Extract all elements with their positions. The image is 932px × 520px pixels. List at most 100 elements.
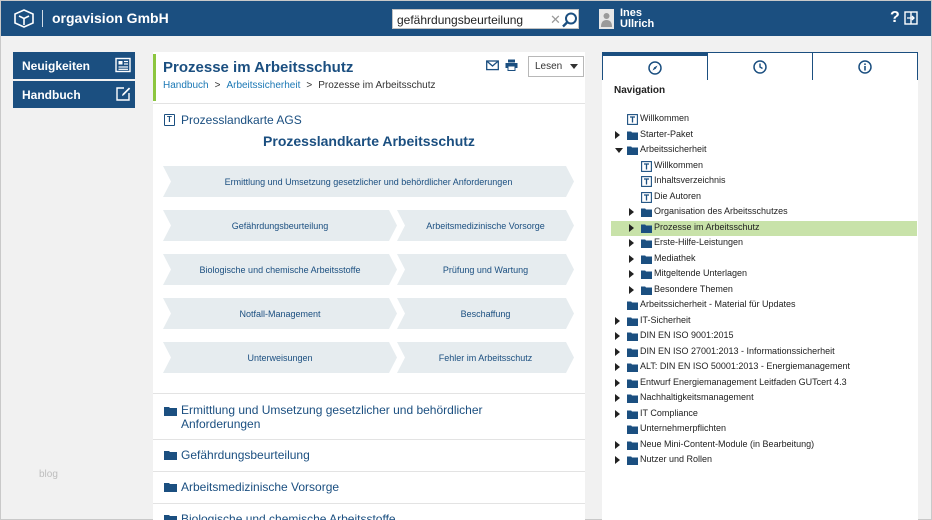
compass-icon bbox=[648, 61, 662, 75]
panel-tabs bbox=[602, 52, 918, 80]
logout-icon[interactable] bbox=[904, 11, 918, 25]
divider bbox=[153, 503, 585, 504]
tree-item[interactable]: Willkommen bbox=[602, 112, 918, 127]
tree-item-label: Erste-Hilfe-Leistungen bbox=[654, 237, 744, 247]
chevron-right-icon[interactable] bbox=[629, 223, 634, 232]
process-chevron[interactable]: Fehler im Arbeitsschutz bbox=[397, 342, 574, 373]
mail-icon[interactable] bbox=[486, 60, 499, 71]
chevron-right-icon[interactable] bbox=[615, 332, 620, 340]
logo-divider bbox=[42, 10, 43, 27]
list-item[interactable]: Ermittlung und Umsetzung gesetzlicher un… bbox=[181, 403, 501, 431]
process-chevron[interactable]: Prüfung und Wartung bbox=[397, 254, 574, 285]
brand-name[interactable]: orgavision GmbH bbox=[52, 10, 169, 26]
tree-item[interactable]: Nutzer und Rollen bbox=[602, 453, 918, 468]
tree-item[interactable]: Willkommen bbox=[602, 159, 918, 174]
folder-icon bbox=[641, 239, 652, 248]
tree-item[interactable]: Entwurf Energiemanagement Leitfaden GUTc… bbox=[602, 376, 918, 391]
tree-item[interactable]: ALT: DIN EN ISO 50001:2013 - Energiemana… bbox=[602, 360, 918, 375]
tree-item[interactable]: Inhaltsverzeichnis bbox=[602, 174, 918, 189]
folder-icon bbox=[627, 394, 638, 403]
chevron-right-icon[interactable] bbox=[615, 456, 620, 464]
folder-icon bbox=[641, 208, 652, 217]
tree-item[interactable]: Die Autoren bbox=[602, 190, 918, 205]
search-input[interactable] bbox=[397, 12, 545, 27]
process-chevron[interactable]: Unterweisungen bbox=[163, 342, 397, 373]
avatar[interactable] bbox=[599, 9, 614, 29]
process-chevron[interactable]: Notfall-Management bbox=[163, 298, 397, 329]
print-icon[interactable] bbox=[505, 59, 518, 71]
top-bar: orgavision GmbH ✕ Ines Ullrich ? bbox=[1, 1, 931, 36]
newspaper-icon bbox=[115, 57, 131, 73]
list-item[interactable]: Gefährdungsbeurteilung bbox=[181, 448, 310, 462]
handbuch-button[interactable]: Handbuch bbox=[13, 81, 135, 108]
user-name[interactable]: Ines Ullrich bbox=[620, 8, 654, 30]
chevron-right-icon[interactable] bbox=[629, 239, 634, 247]
process-chevron[interactable]: Beschaffung bbox=[397, 298, 574, 329]
chevron-right-icon[interactable] bbox=[615, 378, 620, 387]
tree-item[interactable]: Prozesse im Arbeitsschutz bbox=[611, 220, 917, 236]
chevron-down-icon[interactable] bbox=[615, 148, 623, 153]
neuigkeiten-button[interactable]: Neuigkeiten bbox=[13, 52, 135, 79]
chevron-right-icon[interactable] bbox=[629, 254, 634, 263]
tree-item-label: Prozesse im Arbeitsschutz bbox=[654, 221, 760, 232]
folder-icon bbox=[641, 255, 652, 264]
logo-icon[interactable] bbox=[14, 9, 34, 28]
tree-item-label: DIN EN ISO 9001:2015 bbox=[640, 330, 734, 340]
breadcrumb: Handbuch > Arbeitssicherheit > Prozesse im A… bbox=[163, 80, 435, 91]
search-box[interactable]: ✕ bbox=[392, 9, 579, 29]
folder-icon bbox=[164, 407, 177, 416]
tree-item[interactable]: Organisation des Arbeitsschutzes bbox=[602, 205, 918, 220]
tree-item-label: Mitgeltende Unterlagen bbox=[654, 268, 748, 278]
search-icon[interactable] bbox=[561, 11, 579, 29]
tree-item-label: ALT: DIN EN ISO 50001:2013 - Energiemana… bbox=[640, 361, 850, 371]
chevron-right-icon[interactable] bbox=[615, 440, 620, 449]
tree-item[interactable]: Besondere Themen bbox=[602, 283, 918, 298]
tree-item[interactable]: Erste-Hilfe-Leistungen bbox=[602, 236, 918, 251]
breadcrumb-handbuch[interactable]: Handbuch bbox=[163, 80, 209, 91]
process-chevron[interactable]: Gefährdungsbeurteilung bbox=[163, 210, 397, 241]
process-chevron[interactable]: Biologische und chemische Arbeitsstoffe bbox=[163, 254, 397, 285]
chevron-right-icon[interactable] bbox=[629, 270, 634, 278]
tree-item[interactable]: Arbeitssicherheit bbox=[602, 143, 918, 158]
left-nav: Neuigkeiten Handbuch bbox=[13, 52, 135, 110]
tree-item-label: Nachhaltigkeitsmanagement bbox=[640, 392, 754, 402]
tree-item[interactable]: Neue Mini-Content-Module (in Bearbeitung… bbox=[602, 438, 918, 453]
tree-item-label: IT Compliance bbox=[640, 407, 698, 418]
read-mode-select[interactable]: Lesen bbox=[528, 56, 584, 77]
chevron-right-icon[interactable] bbox=[615, 347, 620, 356]
tree-item[interactable]: IT Compliance bbox=[602, 407, 918, 422]
tree-item[interactable]: DIN EN ISO 27001:2013 - Informationssich… bbox=[602, 345, 918, 360]
chevron-right-icon[interactable] bbox=[615, 130, 620, 139]
chevron-right-icon[interactable] bbox=[615, 316, 620, 325]
page-title: Prozesse im Arbeitsschutz bbox=[163, 59, 354, 76]
chevron-right-icon[interactable] bbox=[615, 394, 620, 402]
tree-item[interactable]: Mitgeltende Unterlagen bbox=[602, 267, 918, 282]
tree-item-label: IT-Sicherheit bbox=[640, 314, 691, 325]
help-icon[interactable]: ? bbox=[890, 9, 900, 27]
list-item[interactable]: Biologische und chemische Arbeitsstoffe bbox=[181, 512, 396, 520]
tree-item[interactable]: IT-Sicherheit bbox=[602, 314, 918, 329]
clear-search-icon[interactable]: ✕ bbox=[550, 12, 561, 28]
process-chevron[interactable]: Arbeitsmedizinische Vorsorge bbox=[397, 210, 574, 241]
tree-item[interactable]: DIN EN ISO 9001:2015 bbox=[602, 329, 918, 344]
list-item[interactable]: Arbeitsmedizinische Vorsorge bbox=[181, 480, 339, 494]
tab-info[interactable] bbox=[812, 52, 918, 80]
folder-icon bbox=[627, 456, 638, 465]
blog-link[interactable]: blog bbox=[39, 469, 58, 480]
tab-navigation[interactable] bbox=[602, 52, 708, 80]
chevron-right-icon[interactable] bbox=[615, 409, 620, 418]
tab-history[interactable] bbox=[707, 52, 813, 80]
tree-item[interactable]: Unternehmerpflichten bbox=[602, 422, 918, 437]
document-icon bbox=[641, 191, 652, 203]
process-chevron[interactable]: Ermittlung und Umsetzung gesetzlicher un… bbox=[163, 166, 574, 197]
divider bbox=[153, 471, 585, 472]
chevron-right-icon[interactable] bbox=[615, 363, 620, 371]
tree-item[interactable]: Arbeitssicherheit - Material für Updates bbox=[602, 298, 918, 313]
tree-item[interactable]: Starter-Paket bbox=[602, 128, 918, 143]
chevron-right-icon[interactable] bbox=[629, 285, 634, 294]
breadcrumb-arbeitssicherheit[interactable]: Arbeitssicherheit bbox=[226, 80, 300, 91]
process-map-title: Prozesslandkarte Arbeitsschutz bbox=[263, 133, 475, 149]
tree-item[interactable]: Nachhaltigkeitsmanagement bbox=[602, 391, 918, 406]
chevron-right-icon[interactable] bbox=[629, 208, 634, 216]
tree-item[interactable]: Mediathek bbox=[602, 252, 918, 267]
